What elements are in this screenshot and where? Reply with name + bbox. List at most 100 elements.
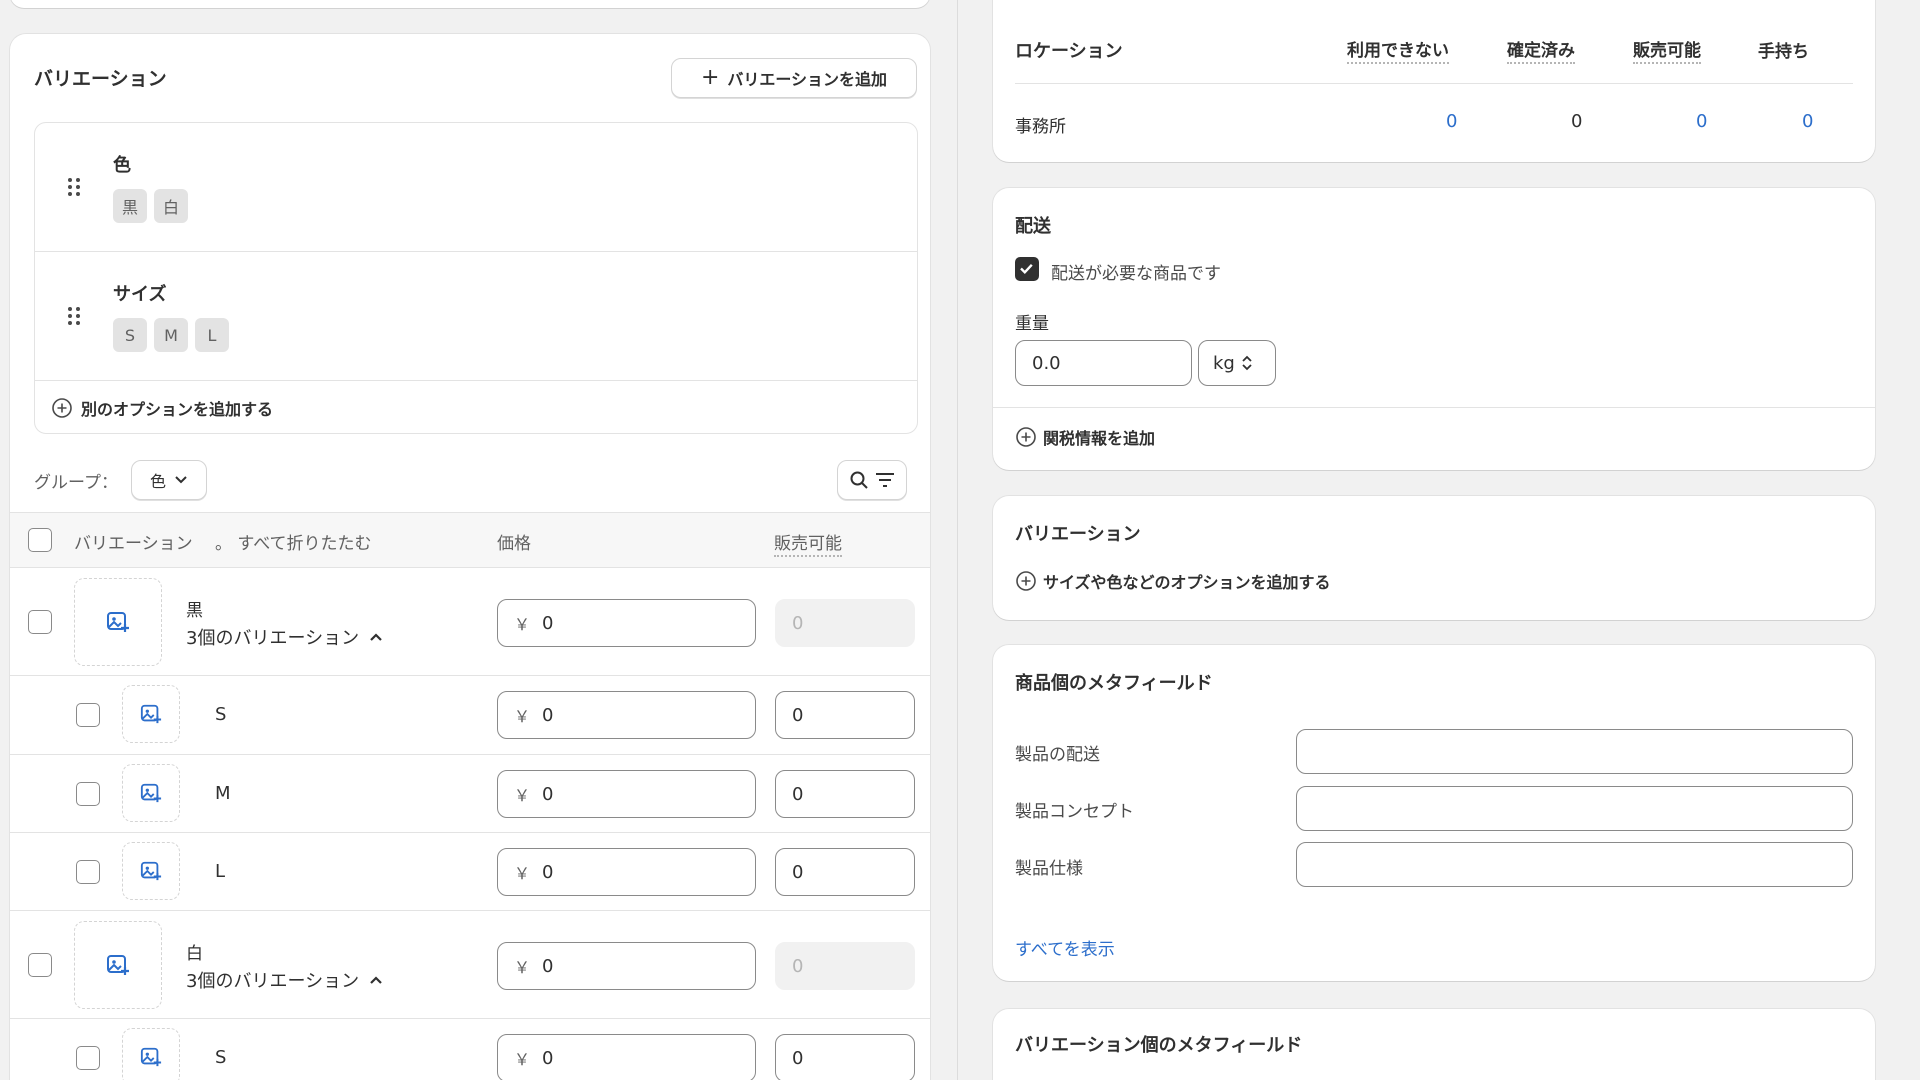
available-input[interactable]: 0 [775, 691, 915, 739]
table-row-group-white[interactable]: 白 3個のバリエーション ￥ 0 0 [10, 911, 930, 1019]
currency-symbol: ￥ [514, 958, 531, 977]
plus-circle-icon [1016, 571, 1036, 591]
price-input[interactable]: ￥ 0 [497, 599, 756, 647]
drag-handle-icon[interactable] [67, 306, 81, 326]
option-values: S M L [113, 318, 236, 352]
price-input[interactable]: ￥ 0 [497, 942, 756, 990]
available-input[interactable]: 0 [775, 1034, 915, 1080]
row-checkbox[interactable] [76, 703, 100, 727]
row-checkbox[interactable] [28, 610, 52, 634]
add-image-icon [107, 955, 129, 975]
group-name: 白 [186, 944, 203, 964]
inventory-available-link[interactable]: 0 [1696, 111, 1707, 132]
metafield-input[interactable] [1296, 729, 1853, 774]
header-on-hand: 手持ち [1758, 42, 1809, 62]
price-input[interactable]: ￥ 0 [497, 1034, 756, 1080]
variant-name: M [215, 783, 231, 804]
filter-icon [876, 473, 894, 487]
header-committed: 確定済み [1507, 36, 1575, 64]
options-box: 色 黒 白 サイズ S M L 別のオプションを追加する [34, 122, 918, 434]
add-image-icon [107, 612, 129, 632]
chevron-up-icon [370, 976, 382, 984]
table-row-child[interactable]: L ￥ 0 0 [10, 833, 930, 911]
price-value: 0 [542, 612, 554, 634]
add-customs-link[interactable]: 関税情報を追加 [1015, 425, 1155, 449]
available-input[interactable]: 0 [775, 770, 915, 818]
currency-symbol: ￥ [514, 1050, 531, 1069]
group-count-label: 3個のバリエーション [186, 628, 360, 649]
search-filter-button[interactable] [837, 460, 907, 500]
price-input[interactable]: ￥ 0 [497, 770, 756, 818]
weight-unit-select[interactable]: kg [1198, 340, 1276, 386]
drag-handle-icon[interactable] [67, 177, 81, 197]
row-checkbox[interactable] [28, 953, 52, 977]
option-value-chip: M [154, 318, 188, 352]
variant-metafields-title: バリエーション個のメタフィールド [1015, 1035, 1303, 1056]
metafield-input[interactable] [1296, 842, 1853, 887]
available-value: 0 [792, 861, 804, 883]
inventory-unavailable-link[interactable]: 0 [1446, 111, 1457, 132]
add-option-link[interactable]: 別のオプションを追加する [51, 391, 273, 425]
group-select[interactable]: 色 [131, 460, 207, 500]
search-icon [850, 471, 868, 489]
group-label: グループ： [34, 473, 118, 493]
group-count-label: 3個のバリエーション [186, 971, 360, 992]
divider [993, 407, 1875, 408]
add-image-box[interactable] [122, 764, 180, 822]
group-count[interactable]: 3個のバリエーション [186, 967, 383, 993]
divider [1015, 83, 1853, 84]
group-name: 黒 [186, 601, 203, 621]
add-image-box[interactable] [74, 921, 162, 1009]
currency-symbol: ￥ [514, 707, 531, 726]
variations-card-title: バリエーション [34, 68, 167, 90]
collapse-all-link[interactable]: 。 すべて折りたたむ [215, 529, 372, 554]
shipping-card: 配送 配送が必要な商品です 重量 0.0 kg 関税情報を追加 [993, 188, 1875, 470]
show-all-link[interactable]: すべてを表示 [1015, 935, 1115, 960]
add-image-box[interactable] [122, 842, 180, 900]
add-image-box[interactable] [74, 578, 162, 666]
select-all-checkbox[interactable] [28, 528, 52, 552]
plus-icon: + [700, 65, 720, 90]
weight-unit-value: kg [1213, 352, 1235, 374]
option-value-chip: L [195, 318, 229, 352]
shipping-title: 配送 [1015, 216, 1051, 237]
group-count[interactable]: 3個のバリエーション [186, 624, 383, 650]
column-separator [957, 0, 958, 1080]
table-row-child[interactable]: S ￥ 0 0 [10, 676, 930, 754]
row-checkbox[interactable] [76, 782, 100, 806]
price-value: 0 [542, 1047, 554, 1069]
price-input[interactable]: ￥ 0 [497, 848, 756, 896]
metafield-label: 製品コンセプト [1015, 802, 1134, 822]
add-customs-label: 関税情報を追加 [1043, 429, 1156, 448]
add-options-link[interactable]: サイズや色などのオプションを追加する [1015, 569, 1331, 593]
select-chevrons-icon [1242, 355, 1252, 371]
table-row-group-black[interactable]: 黒 3個のバリエーション ￥ 0 0 [10, 568, 930, 676]
inventory-location: 事務所 [1015, 117, 1066, 137]
currency-symbol: ￥ [514, 615, 531, 634]
header-available: 販売可能 [774, 529, 842, 557]
metafield-input[interactable] [1296, 786, 1853, 831]
weight-input[interactable]: 0.0 [1015, 340, 1192, 386]
row-checkbox[interactable] [76, 1046, 100, 1070]
physical-product-label: 配送が必要な商品です [1051, 264, 1221, 284]
option-row-size[interactable]: サイズ S M L [35, 252, 917, 380]
row-checkbox[interactable] [76, 860, 100, 884]
available-input: 0 [775, 942, 915, 990]
chevron-down-icon [175, 476, 187, 484]
option-value-chip: 白 [154, 189, 189, 223]
inventory-on-hand-link[interactable]: 0 [1802, 111, 1813, 132]
price-input[interactable]: ￥ 0 [497, 691, 756, 739]
plus-circle-icon [52, 398, 72, 418]
available-input[interactable]: 0 [775, 848, 915, 896]
add-image-box[interactable] [122, 1028, 180, 1080]
price-value: 0 [542, 955, 554, 977]
add-variation-button[interactable]: + バリエーションを追加 [671, 58, 917, 98]
option-row-color[interactable]: 色 黒 白 [35, 123, 917, 251]
add-option-label: 別のオプションを追加する [81, 400, 274, 419]
option-value-chip: S [113, 318, 147, 352]
table-row-child[interactable]: M ￥ 0 0 [10, 755, 930, 833]
variants-empty-title: バリエーション [1015, 524, 1141, 545]
add-image-box[interactable] [122, 685, 180, 743]
table-row-child[interactable]: S ￥ 0 0 [10, 1019, 930, 1080]
physical-product-checkbox[interactable] [1015, 257, 1039, 281]
